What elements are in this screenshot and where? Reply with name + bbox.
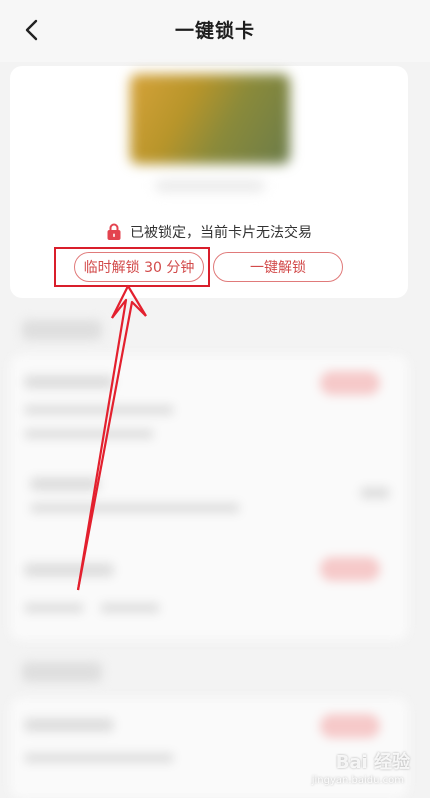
- blurred-line: [360, 487, 390, 499]
- blurred-action: [320, 557, 380, 581]
- blurred-line: [100, 603, 160, 613]
- blurred-line: [24, 563, 114, 577]
- watermark-url: jingyan.baidu.com: [311, 775, 404, 786]
- one-click-unlock-button[interactable]: 一键解锁: [213, 252, 343, 282]
- blurred-line: [24, 718, 114, 732]
- watermark-logo: Bai 经验: [335, 752, 410, 773]
- header-bar: 一键锁卡: [0, 0, 430, 62]
- blurred-line: [24, 603, 84, 613]
- lock-status: 已被锁定，当前卡片无法交易: [10, 222, 408, 242]
- lock-icon: [107, 223, 121, 240]
- card-panel: 已被锁定，当前卡片无法交易 临时解锁 30 分钟 一键解锁: [10, 66, 408, 298]
- blurred-line: [30, 503, 240, 513]
- card-preview-blurred: [10, 66, 408, 216]
- blurred-line: [24, 405, 174, 415]
- blurred-action: [320, 714, 380, 738]
- card-caption-blurred: [155, 181, 265, 191]
- blurred-line: [24, 375, 114, 389]
- bank-card-image: [130, 74, 290, 164]
- blurred-heading: [22, 662, 102, 682]
- blurred-line: [24, 429, 154, 439]
- blurred-action: [320, 371, 380, 395]
- page-title: 一键锁卡: [174, 20, 255, 42]
- temp-unlock-button[interactable]: 临时解锁 30 分钟: [74, 252, 204, 282]
- blurred-section: [10, 355, 408, 640]
- lock-status-text: 已被锁定，当前卡片无法交易: [130, 225, 312, 241]
- action-buttons: 临时解锁 30 分钟 一键解锁: [10, 252, 408, 284]
- blurred-line: [24, 753, 174, 763]
- blurred-content-list: [0, 300, 430, 798]
- blurred-heading: [22, 320, 102, 340]
- blurred-line: [30, 477, 100, 491]
